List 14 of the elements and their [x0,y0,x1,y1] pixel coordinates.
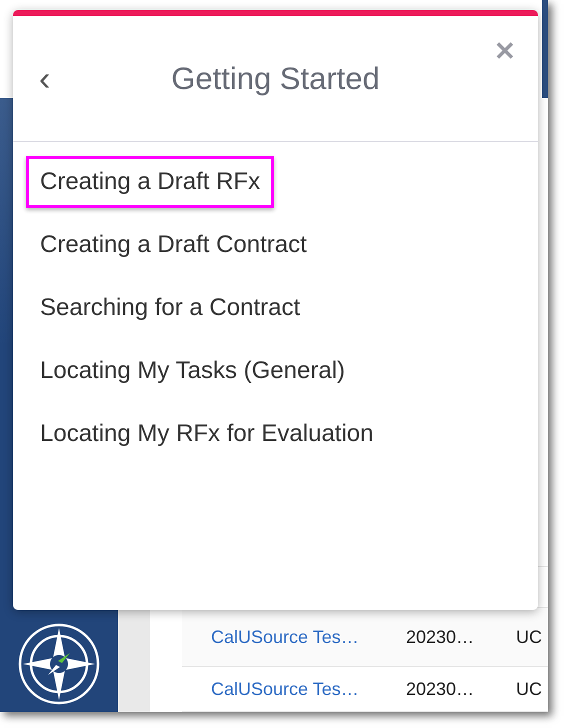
guide-link[interactable]: Creating a Draft Contract [26,219,321,271]
record-link[interactable]: CalUSource Tes… [182,678,406,700]
table-cell-text: 20230… [406,626,476,648]
compass-logo-icon [17,622,101,706]
table-cell-text: UC [516,678,543,700]
guide-link[interactable]: Locating My RFx for Evaluation [26,408,388,460]
guide-link[interactable]: Creating a Draft RFx [26,156,274,208]
guide-link[interactable]: Searching for a Contract [26,282,314,334]
table-cell-text: UC [516,626,543,648]
record-link[interactable]: CalUSource Tes… [182,626,406,648]
dialog-title: Getting Started [171,60,380,96]
guide-link[interactable]: Locating My Tasks (General) [26,345,360,397]
table-cell-text: 20230… [406,678,476,700]
back-button[interactable]: ‹ [35,62,54,96]
